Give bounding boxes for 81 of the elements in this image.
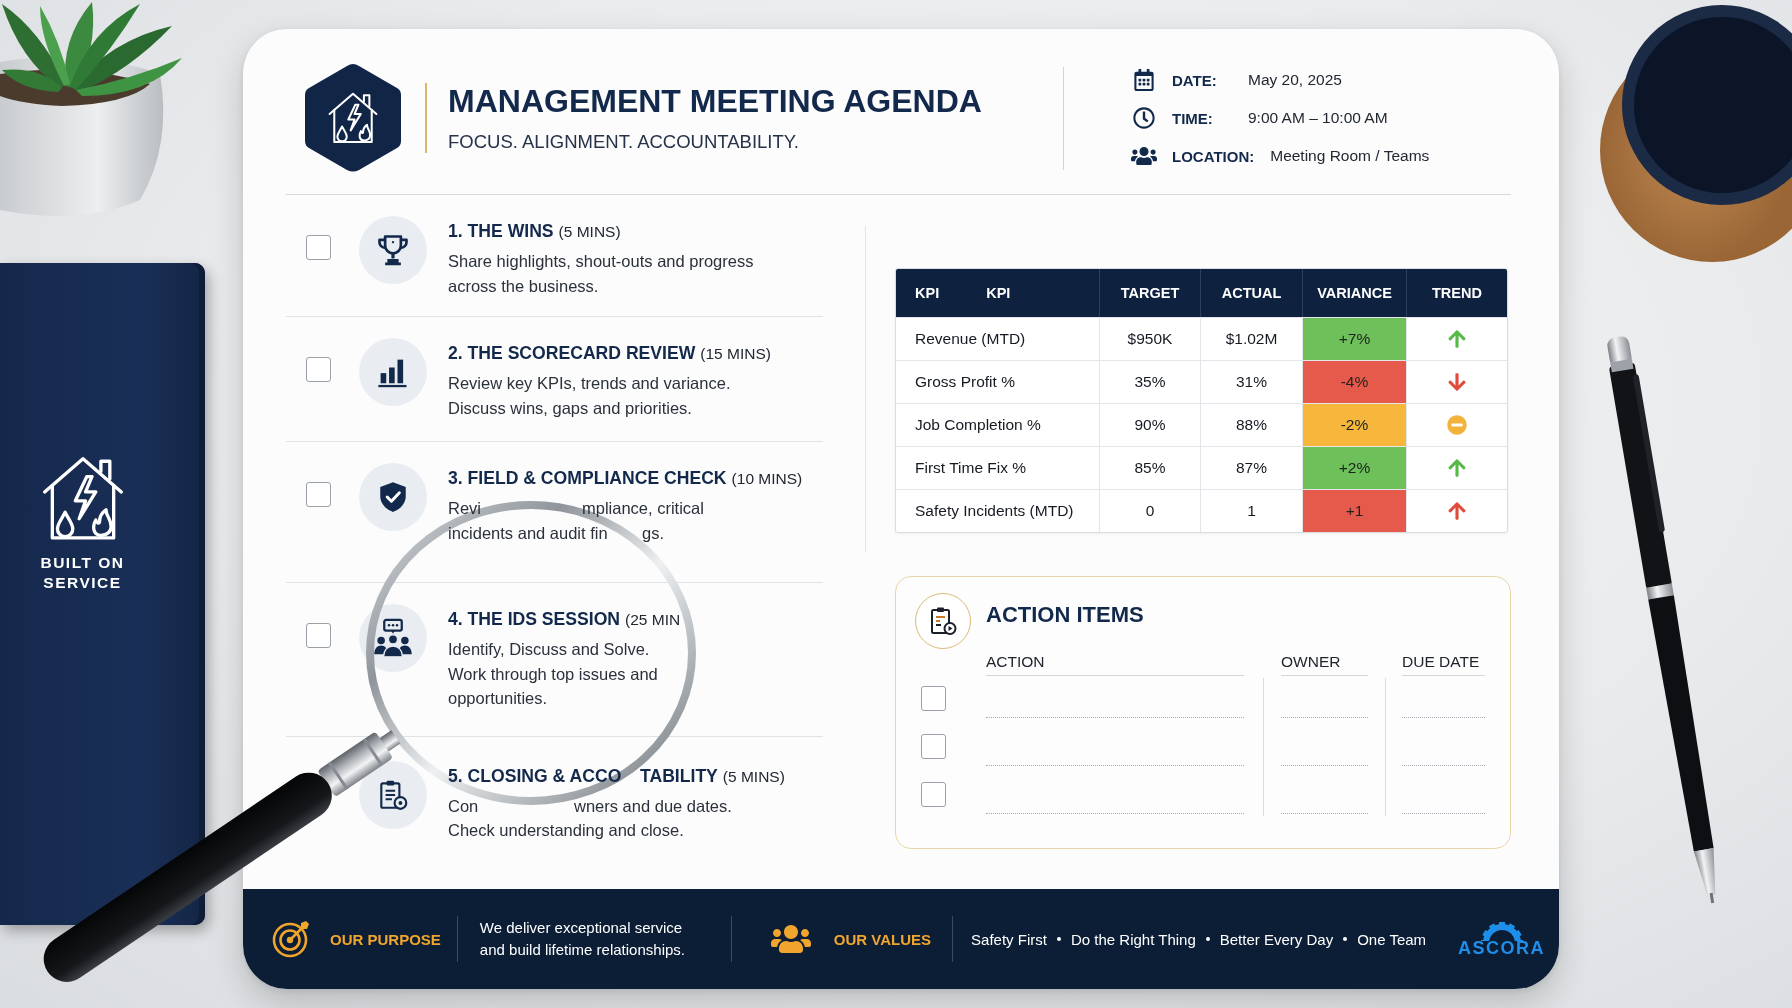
- meta-value: Meeting Room / Teams: [1270, 147, 1430, 165]
- agenda-item-title: 3. FIELD & COMPLIANCE CHECK: [448, 467, 727, 489]
- meta-label: TIME:: [1172, 109, 1214, 127]
- variance-cell: -4%: [1302, 361, 1406, 403]
- column-header: KPI: [986, 285, 1011, 301]
- meta-value: May 20, 2025: [1248, 71, 1342, 89]
- value-text: One Team: [1357, 930, 1427, 948]
- duration-label: (10 MINS): [731, 470, 803, 488]
- values-label: OUR VALUES: [833, 930, 932, 948]
- meta-label: LOCATION:: [1172, 147, 1255, 165]
- table-cell: $950K: [1099, 318, 1200, 360]
- table-cell: 0: [1099, 490, 1200, 532]
- clock-icon: [1131, 106, 1157, 130]
- agenda-item-title: 2. THE SCORECARD REVIEW: [448, 342, 696, 364]
- separator-dot-icon: [1205, 937, 1210, 941]
- meta-value: 9:00 AM – 10:00 AM: [1248, 109, 1388, 127]
- duration-label: (15 MINS): [700, 345, 771, 363]
- agenda-item-title: 1. THE WINS: [448, 220, 554, 242]
- column-header: OWNER: [1281, 653, 1341, 671]
- table-cell-text: Job Completion %: [914, 415, 1042, 435]
- checkbox[interactable]: [306, 482, 331, 507]
- checkbox[interactable]: [921, 685, 946, 711]
- checkbox[interactable]: [306, 357, 331, 382]
- agenda-item-description: Share highlights, shout-outs and progress across the business.: [448, 251, 754, 297]
- description-text: Check understanding and close.: [448, 820, 684, 841]
- table-cell-text: First Time Fix %: [914, 458, 1028, 478]
- description-text: gs.: [642, 522, 664, 544]
- table-cell: 85%: [1099, 447, 1200, 489]
- column-header: ACTUAL: [1221, 285, 1282, 301]
- column-header: VARIANCE: [1317, 285, 1392, 301]
- team-discussion-icon: [373, 618, 413, 658]
- checkbox[interactable]: [921, 781, 946, 807]
- agenda-item-title: 4. THE IDS SESSION: [448, 608, 621, 630]
- variance-cell: +7%: [1302, 318, 1406, 360]
- people-icon: [1131, 144, 1157, 168]
- description-text: Con: [448, 795, 479, 817]
- description-text: incidents and audit fin: [448, 522, 608, 544]
- checkbox[interactable]: [306, 623, 331, 648]
- column-header: KPI: [915, 285, 940, 301]
- table-cell: 35%: [1099, 361, 1200, 403]
- value-text: Do the Right Thing: [1070, 930, 1196, 948]
- agenda-item-title: 5. CLOSING & ACCO: [448, 764, 622, 787]
- document-title: MANAGEMENT MEETING AGENDA: [448, 83, 982, 119]
- duration-label: (5 MINS): [722, 767, 785, 786]
- variance-cell: +1: [1302, 490, 1406, 532]
- clipboard-icon: [915, 593, 971, 649]
- agenda-item-description: Identify, Discuss and Solve. Work through top issues and opportunities.: [448, 639, 659, 709]
- description-text: Revi: [448, 498, 481, 519]
- separator-dot-icon: [1056, 937, 1061, 941]
- agenda-item-description: Review key KPIs, trends and variance. Discuss wins, gaps and priorities.: [448, 373, 732, 419]
- checkbox[interactable]: [921, 733, 946, 759]
- trophy-icon: [375, 232, 411, 268]
- logo-text: ASCORA: [1458, 938, 1546, 959]
- tagline: FOCUS. ALIGNMENT. ACCOUNTABILITY.: [448, 131, 799, 153]
- table-cell-text: Gross Profit %: [914, 372, 1016, 392]
- house-logo-icon: [303, 62, 403, 174]
- table-cell: 90%: [1099, 404, 1200, 446]
- duration-label: (5 MINS): [558, 223, 621, 241]
- separator-dot-icon: [1343, 937, 1348, 941]
- variance-cell: +2%: [1302, 447, 1406, 489]
- table-cell-text: Safety Incidents (MTD): [914, 501, 1075, 521]
- notebook-label: BUILT ON SERVICE: [39, 553, 126, 593]
- table-cell-text: Revenue (MTD): [914, 329, 1027, 349]
- duration-label: (25 MIN: [625, 611, 681, 629]
- calendar-icon: [1131, 68, 1157, 92]
- column-header: TARGET: [1120, 285, 1180, 301]
- checkbox[interactable]: [306, 235, 331, 260]
- variance-cell: -2%: [1302, 404, 1406, 446]
- value-text: Better Every Day: [1219, 930, 1334, 948]
- value-text: Safety First: [971, 930, 1047, 948]
- target-icon: [271, 919, 311, 959]
- section-title: ACTION ITEMS: [986, 602, 1144, 628]
- column-header: ACTION: [986, 653, 1045, 671]
- description-text: wners and due dates.: [574, 795, 732, 817]
- meta-label: DATE:: [1172, 71, 1218, 89]
- column-header: TREND: [1432, 285, 1482, 301]
- column-header: DUE DATE: [1402, 653, 1480, 671]
- purpose-text: We deliver exceptional service and build lifetime relationships.: [479, 918, 686, 960]
- purpose-label: OUR PURPOSE: [330, 930, 441, 948]
- description-text: mpliance, critical: [582, 498, 704, 519]
- agenda-item-title: TABILITY: [640, 764, 718, 787]
